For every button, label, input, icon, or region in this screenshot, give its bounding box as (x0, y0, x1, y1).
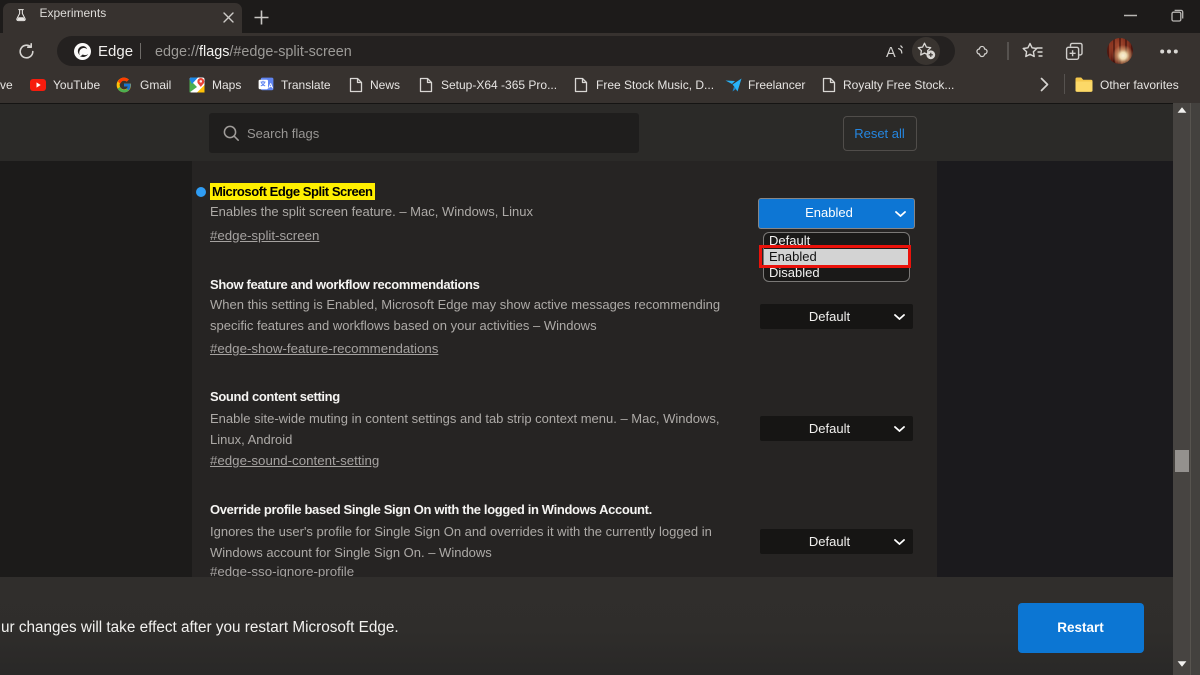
svg-text:A: A (886, 45, 896, 60)
